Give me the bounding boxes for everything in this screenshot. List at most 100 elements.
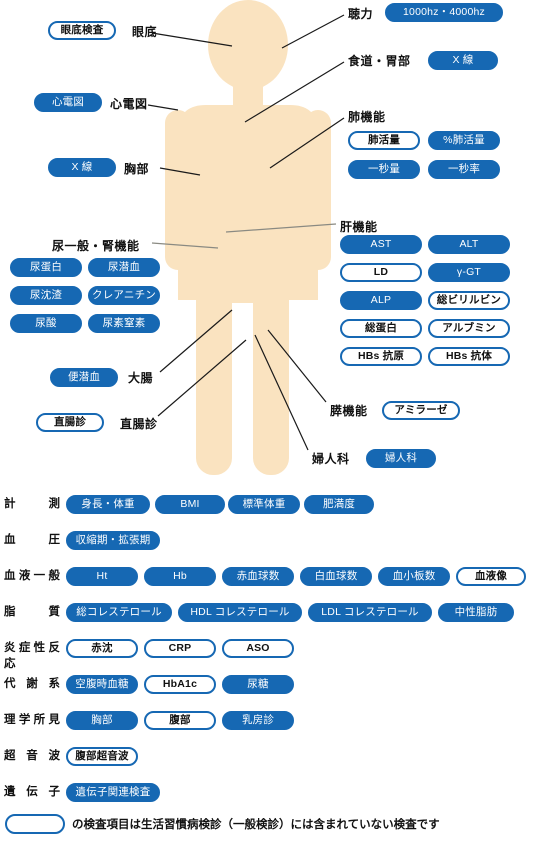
test-pill[interactable]: 総コレステロール	[66, 603, 172, 622]
leader-line-esophagus-stomach	[244, 61, 345, 123]
footnote: の検査項目は生活習慣病検診（一般検診）には含まれていない検査です	[0, 812, 535, 838]
body-head	[208, 0, 288, 90]
table-row: 理学所見 胸部 腹部 乳房診	[0, 708, 535, 734]
test-pill[interactable]: 血液像	[456, 567, 526, 586]
table-row: 炎症性反応 赤沈 CRP ASO	[0, 636, 535, 670]
test-pill[interactable]: 乳房診	[222, 711, 294, 730]
health-checkup-diagram-page: 眼底 眼底検査 聴力 1000hz・4000hz 食道・胃部 X 線心電図 心電図 肺機能 肺活…	[0, 0, 535, 842]
test-pill[interactable]: 中性脂肪	[438, 603, 514, 622]
test-pill[interactable]: 身長・体重	[66, 495, 150, 514]
test-pill[interactable]: LD	[340, 263, 422, 282]
test-pill[interactable]: 収縮期・拡張期	[66, 531, 160, 550]
test-pill[interactable]: LDL コレステロール	[308, 603, 432, 622]
test-pill[interactable]: 空腹時血糖	[66, 675, 138, 694]
test-category-table: 計 測身長・体重 BMI 標準体重 肥満度血 圧収縮期・拡張期血液一般 Ht Hb 赤血球数…	[0, 492, 535, 842]
table-row: 遺 伝 子遺伝子関連検査	[0, 780, 535, 806]
test-pill[interactable]: 1000hz・4000hz	[385, 3, 503, 22]
test-pill[interactable]: 便潜血	[50, 368, 118, 387]
test-pill[interactable]: 尿蛋白	[10, 258, 82, 277]
leader-line-pancreas	[267, 329, 327, 403]
test-pill[interactable]: HBs 抗体	[428, 347, 510, 366]
test-pill[interactable]: X 線	[48, 158, 116, 177]
test-pill[interactable]: BMI	[155, 495, 225, 514]
organ-label-liver-function: 肝機能	[340, 220, 378, 234]
organ-label-eye-fundus: 眼底	[132, 25, 158, 39]
test-pill[interactable]: HBs 抗原	[340, 347, 422, 366]
body-hips	[178, 250, 318, 300]
test-pill[interactable]: 尿酸	[10, 314, 82, 333]
test-pill[interactable]: 尿潜血	[88, 258, 160, 277]
body-left-leg	[196, 285, 232, 475]
test-pill[interactable]: ALT	[428, 235, 510, 254]
organ-label-rectal-exam: 直腸診	[120, 417, 158, 431]
organ-label-ecg: 心電図	[110, 97, 148, 111]
test-pill[interactable]: HDL コレステロール	[178, 603, 302, 622]
test-pill[interactable]: %肺活量	[428, 131, 500, 150]
test-pill[interactable]: 肺活量	[348, 131, 420, 150]
row-label: 理学所見	[4, 714, 60, 726]
test-pill[interactable]: Ht	[66, 567, 138, 586]
body-pelvis	[196, 285, 289, 303]
table-row: 血 圧収縮期・拡張期	[0, 528, 535, 554]
organ-label-pancreas: 膵機能	[330, 404, 368, 418]
row-label: 血 圧	[4, 534, 60, 546]
test-pill[interactable]: 尿糖	[222, 675, 294, 694]
test-pill[interactable]: Hb	[144, 567, 216, 586]
test-pill[interactable]: 一秒率	[428, 160, 500, 179]
test-pill[interactable]: 遺伝子関連検査	[66, 783, 160, 802]
test-pill[interactable]: X 線	[428, 51, 498, 70]
test-pill[interactable]: 標準体重	[228, 495, 300, 514]
body-torso	[178, 105, 318, 273]
organ-label-colon: 大腸	[128, 371, 154, 385]
body-right-arm	[305, 110, 331, 270]
leader-line-chest	[159, 167, 201, 176]
organ-label-gynecology: 婦人科	[312, 452, 350, 466]
table-row: 超 音 波腹部超音波	[0, 744, 535, 770]
row-label: 代 謝 系	[4, 678, 60, 690]
test-pill[interactable]: アルブミン	[428, 319, 510, 338]
test-pill[interactable]: 胸部	[66, 711, 138, 730]
leader-line-colon	[159, 309, 233, 373]
test-pill[interactable]: アミラーゼ	[382, 401, 460, 420]
test-pill[interactable]: 腹部超音波	[66, 747, 138, 766]
row-label: 遺 伝 子	[4, 786, 60, 798]
test-pill[interactable]: 婦人科	[366, 449, 436, 468]
test-pill[interactable]: 眼底検査	[48, 21, 116, 40]
test-pill[interactable]: クレアニチン	[88, 286, 160, 305]
test-pill[interactable]: AST	[340, 235, 422, 254]
test-pill[interactable]: 血小板数	[378, 567, 450, 586]
test-pill[interactable]: 総ビリルビン	[428, 291, 510, 310]
table-row: 計 測身長・体重 BMI 標準体重 肥満度	[0, 492, 535, 518]
row-label: 計 測	[4, 498, 60, 510]
test-pill[interactable]: 心電図	[34, 93, 102, 112]
test-pill[interactable]: 赤沈	[66, 639, 138, 658]
organ-label-esophagus-stomach: 食道・胃部	[348, 54, 411, 68]
test-pill[interactable]: 一秒量	[348, 160, 420, 179]
table-row: 代 謝 系空腹時血糖 HbA1c 尿糖	[0, 672, 535, 698]
test-pill[interactable]: 赤血球数	[222, 567, 294, 586]
test-pill[interactable]: 尿素窒素	[88, 314, 160, 333]
test-pill[interactable]: 総蛋白	[340, 319, 422, 338]
footnote-legend-pill	[5, 814, 65, 834]
test-pill[interactable]: 白血球数	[300, 567, 372, 586]
test-pill[interactable]: 尿沈渣	[10, 286, 82, 305]
table-row: 血液一般 Ht Hb 赤血球数 白血球数 血小板数 血液像	[0, 564, 535, 590]
test-pill[interactable]: ALP	[340, 291, 422, 310]
body-right-leg	[253, 285, 289, 475]
body-left-arm	[165, 110, 191, 270]
test-pill[interactable]: γ-GT	[428, 263, 510, 282]
leader-line-rectal-exam	[157, 339, 247, 417]
row-label: 血液一般	[4, 570, 60, 582]
test-pill[interactable]: CRP	[144, 639, 216, 658]
test-pill[interactable]: HbA1c	[144, 675, 216, 694]
test-pill[interactable]: 肥満度	[304, 495, 374, 514]
table-row: 脂 質総コレステロール HDL コレステロール LDL コレステロール 中性脂肪	[0, 600, 535, 626]
leader-line-ecg	[147, 104, 179, 111]
test-pill[interactable]: ASO	[222, 639, 294, 658]
test-pill[interactable]: 腹部	[144, 711, 216, 730]
row-label: 脂 質	[4, 606, 60, 618]
leader-line-hearing	[281, 14, 345, 49]
test-pill[interactable]: 直腸診	[36, 413, 104, 432]
row-label: 炎症性反応	[4, 642, 60, 670]
organ-label-urine-kidney: 尿一般・腎機能	[52, 239, 140, 253]
